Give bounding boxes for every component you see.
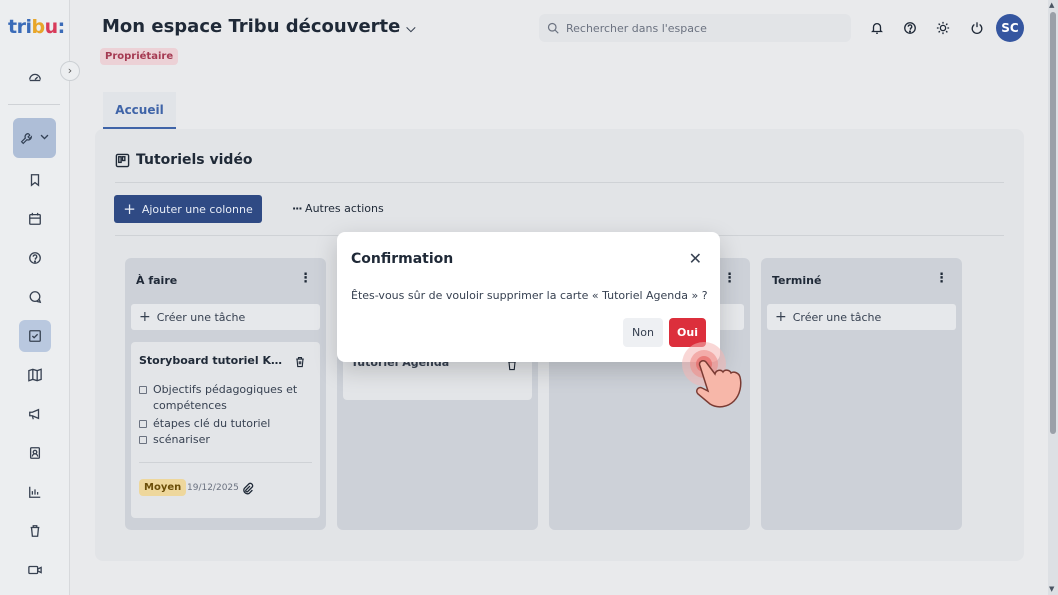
more-actions-label: Autres actions — [305, 202, 384, 215]
plus-icon: + — [139, 309, 151, 325]
megaphone-icon[interactable] — [19, 398, 51, 430]
plus-icon: + — [123, 200, 136, 218]
tasks-checkbox-icon[interactable] — [19, 320, 51, 352]
contacts-icon[interactable] — [19, 437, 51, 469]
chart-bar-icon[interactable] — [19, 476, 51, 508]
checklist-item-label: étapes clé du tutoriel — [153, 417, 271, 430]
checklist-item-label: Objectifs pédagogiques et compétences — [153, 383, 298, 412]
trash-icon[interactable] — [294, 353, 306, 372]
bell-icon[interactable] — [866, 17, 888, 39]
tap-cursor-icon — [682, 342, 742, 408]
tribu-logo[interactable]: tribu: — [8, 16, 65, 38]
create-task-label: Créer une tâche — [156, 310, 246, 324]
scroll-up-icon[interactable]: ▲ — [1049, 1, 1054, 9]
card-title: Storyboard tutoriel Kanb... — [139, 354, 287, 367]
chevron-down-icon: ⌵ — [406, 21, 416, 35]
plus-icon: + — [775, 309, 787, 325]
search-input[interactable]: Rechercher dans l'espace — [539, 14, 851, 42]
checklist-item[interactable]: étapes clé du tutoriel — [139, 416, 270, 432]
help-circle-icon[interactable] — [19, 242, 51, 274]
create-task-button[interactable]: + Créer une tâche — [131, 304, 320, 330]
more-actions-button[interactable]: ··· Autres actions — [292, 202, 384, 215]
checkbox[interactable] — [139, 386, 147, 394]
column-title: Terminé — [772, 274, 822, 287]
add-column-button[interactable]: + Ajouter une colonne — [114, 195, 262, 223]
column-menu-icon[interactable]: ⋮ — [935, 271, 948, 286]
create-task-label: Créer une tâche — [792, 310, 882, 324]
checkbox[interactable] — [139, 436, 147, 444]
sidebar-expand-button[interactable]: › — [60, 61, 80, 81]
section-title: Tutoriels vidéo — [115, 152, 253, 168]
column-title: À faire — [136, 274, 178, 287]
search-icon — [547, 22, 559, 34]
checklist-item-label: scénariser — [153, 433, 210, 446]
wrench-icon — [20, 132, 32, 144]
power-icon[interactable] — [966, 17, 988, 39]
kanban-board-icon — [115, 153, 130, 167]
video-icon[interactable] — [19, 554, 51, 586]
dashboard-icon[interactable] — [19, 61, 51, 93]
kanban-column: À faire ⋮ + Créer une tâche Storyboard t… — [125, 258, 326, 530]
create-task-button[interactable]: + Créer une tâche — [767, 304, 956, 330]
sun-icon[interactable] — [932, 17, 954, 39]
kanban-column: Terminé ⋮ + Créer une tâche — [761, 258, 962, 530]
app-root: tribu: › Mon espace Tribu découverte ⌵ P… — [0, 0, 1058, 595]
dialog-title: Confirmation — [351, 251, 454, 267]
board-title: Tutoriels vidéo — [136, 152, 253, 168]
add-column-label: Ajouter une colonne — [141, 202, 253, 216]
sidebar-divider — [8, 104, 60, 105]
column-menu-icon[interactable]: ⋮ — [299, 271, 312, 286]
attachment-icon[interactable] — [241, 480, 254, 499]
confirmation-dialog: Confirmation ✕ Êtes-vous sûr de vouloir … — [337, 232, 720, 362]
search-placeholder: Rechercher dans l'espace — [566, 21, 707, 35]
dialog-message: Êtes-vous sûr de vouloir supprimer la ca… — [351, 289, 708, 302]
checklist-item[interactable]: scénariser — [139, 432, 210, 448]
scroll-down-icon[interactable]: ▼ — [1049, 585, 1054, 593]
avatar[interactable]: SC — [996, 14, 1024, 42]
sidebar: tribu: — [0, 0, 70, 595]
card-divider — [139, 462, 312, 463]
trash-icon[interactable] — [19, 515, 51, 547]
calendar-icon[interactable] — [19, 203, 51, 235]
close-icon[interactable]: ✕ — [689, 251, 702, 267]
map-icon[interactable] — [19, 359, 51, 391]
task-card[interactable]: Storyboard tutoriel Kanb... Objectifs pé… — [131, 342, 320, 518]
help-icon[interactable] — [899, 17, 921, 39]
scrollbar-thumb[interactable] — [1050, 12, 1056, 434]
bookmark-icon[interactable] — [19, 164, 51, 196]
divider — [115, 182, 1004, 183]
tools-menu-button[interactable] — [13, 118, 56, 158]
role-badge: Propriétaire — [100, 48, 179, 65]
chevron-down-icon — [39, 131, 50, 145]
ellipsis-icon: ··· — [292, 202, 303, 215]
column-menu-icon[interactable]: ⋮ — [723, 271, 736, 286]
checkbox[interactable] — [139, 420, 147, 428]
checklist-item[interactable]: Objectifs pédagogiques et compétences — [139, 382, 314, 414]
due-date: 19/12/2025 — [187, 483, 239, 493]
chat-icon[interactable] — [19, 281, 51, 313]
tab-accueil[interactable]: Accueil — [103, 92, 176, 129]
cancel-button[interactable]: Non — [623, 318, 663, 347]
page-title: Mon espace Tribu découverte — [102, 16, 401, 37]
space-title-dropdown[interactable]: Mon espace Tribu découverte ⌵ — [102, 16, 415, 37]
vertical-scrollbar[interactable]: ▲ ▼ — [1048, 0, 1058, 595]
priority-badge: Moyen — [139, 479, 187, 496]
